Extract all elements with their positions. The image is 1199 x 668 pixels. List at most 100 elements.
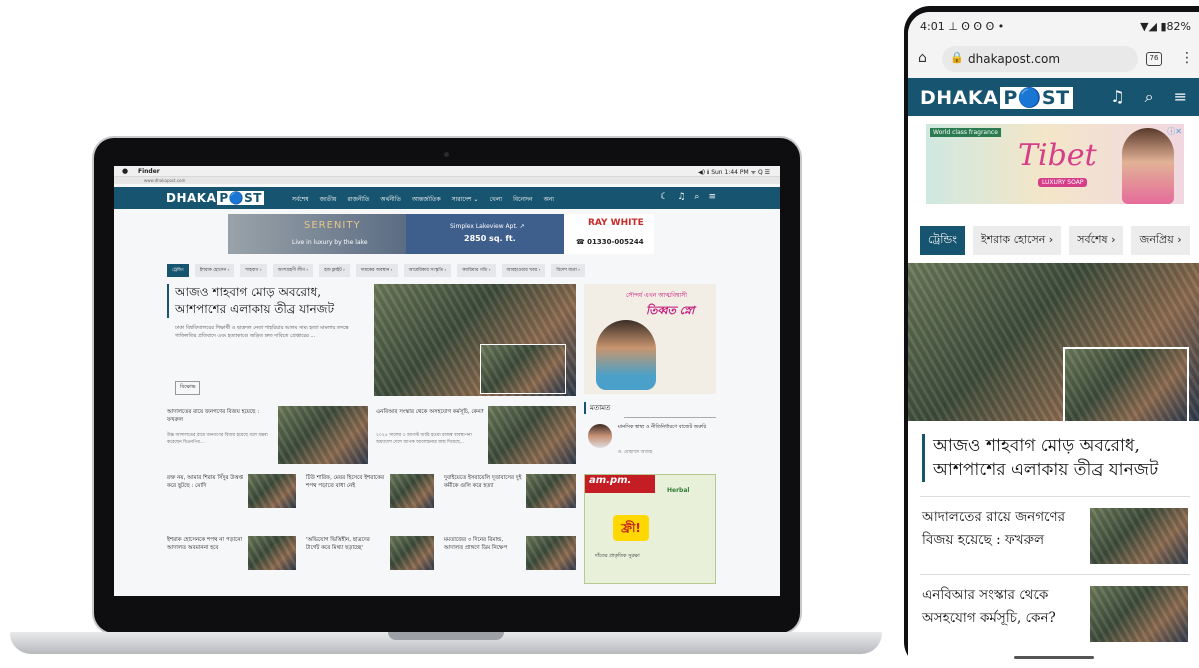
nav-icons: ☾ ♫ ⌕ ≡ [660, 192, 716, 202]
status-time: 4:01 ⊥ ʘ ʘ ʘ • [920, 20, 1005, 33]
trending-chip[interactable]: ক্যারিয়ার গতি › [457, 264, 496, 277]
tabs-count-button[interactable]: 76 [1146, 52, 1162, 66]
mobile-ad-tibet-soap[interactable]: World class fragrance Tibet LUXURY SOAP … [926, 124, 1184, 204]
nav-link-national[interactable]: জাতীয় [320, 194, 337, 205]
ad-segment-serenity: SERENITY Live in luxury by the lake [228, 214, 406, 254]
nav-link-international[interactable]: আন্তর্জাতিক [412, 194, 441, 205]
story-summary: উচ্চ আদালতের রায়ে জনগণের বিজয় হয়েছে ব… [167, 433, 268, 445]
story-title[interactable]: দুবাইয়েতে ইসরায়েলি দূতাবাসের দুই কর্মী… [444, 474, 524, 490]
trending-chip[interactable]: আবহাওয়ার খবর › [501, 264, 546, 277]
story-thumbnail[interactable] [526, 474, 576, 508]
story-thumbnail[interactable] [390, 536, 434, 570]
ad-project-name: Simplex Lakeview Apt. ↗ [450, 223, 525, 230]
opinion-heading[interactable]: মতামত [584, 402, 610, 414]
lead-photo-inset [480, 344, 566, 394]
mobile-story-title[interactable]: আদালতের রায়ে জনগণের বিজয় হয়েছে : ফখরু… [922, 506, 1088, 552]
story-thumbnail[interactable] [248, 474, 296, 508]
trending-label: ট্রেন্ডিং [167, 264, 189, 277]
story-title[interactable]: ইশরাক হোসেনকে শপথ না পড়ানো আদালত অবমানন… [167, 536, 245, 552]
story-thumbnail[interactable] [390, 474, 434, 508]
phone-status-bar: 4:01 ⊥ ʘ ʘ ʘ • ▼◢ ▮82% [908, 12, 1199, 40]
story-summary: ২০২৫ সালের ৩ আগস্ট জারি হওয়া রাজস্ব ব্য… [376, 433, 472, 445]
trending-chip[interactable]: জনপ্রিয় › [1131, 226, 1190, 255]
story-title[interactable]: রক্ত নয়, আমার শিরায় সিঁদুর উত্তপ্ত করে… [167, 474, 245, 490]
trending-chip[interactable]: ইশরাক হোসেন › [972, 226, 1062, 255]
story-thumbnail[interactable] [526, 536, 576, 570]
mobile-story-thumbnail[interactable] [1090, 586, 1188, 642]
status-battery: ▼◢ ▮82% [1140, 20, 1191, 33]
trending-chip[interactable]: বিদেশ যাত্রা › [551, 264, 586, 277]
ad-tibet-headline: সৌন্দর্য এখন আত্মবিশ্বাসী [626, 292, 687, 299]
url-field[interactable]: dhakapost.com [942, 46, 1138, 72]
ad-tag: World class fragrance [930, 128, 1001, 137]
story-title[interactable]: আদালতের রায়ে জনগণের বিজয় হয়েছে : ফখরু… [167, 408, 271, 424]
trending-chip[interactable]: হজ ফ্লাইট › [319, 264, 350, 277]
lead-tag[interactable]: বিক্ষোভ [175, 381, 201, 395]
moon-icon[interactable]: ☾ [660, 192, 668, 202]
nav-link-other[interactable]: অন্য [544, 194, 555, 205]
story-thumbnail[interactable] [248, 536, 296, 570]
story-title[interactable]: 'অভিযোগ ভিত্তিহীন, ছাত্রদের টার্গেট করে … [306, 536, 384, 552]
more-options-icon[interactable]: ⋮ [1180, 50, 1194, 66]
menubar-status: ◀) ℹ Sun 1:44 PM ᯤ Q ☰ [698, 169, 770, 176]
story-title[interactable]: টিউ শারিফ, মেয়র হিসেবে ইশরাকের শপথ পড়া… [306, 474, 384, 490]
nav-link-politics[interactable]: রাজনীতি [347, 194, 369, 205]
mockup-stage: ● Finder ◀) ℹ Sun 1:44 PM ᯤ Q ☰ www.dhak… [0, 0, 1199, 668]
top-ad-banner[interactable]: SERENITY Live in luxury by the lake Simp… [228, 214, 654, 254]
story-title[interactable]: মমতাজের ৩ দিনের রিমান্ড, আদালত প্রাঙ্গণে… [444, 536, 524, 552]
ad-ampm-herbal: Herbal [667, 487, 690, 494]
apple-icon[interactable]: ● [122, 167, 128, 175]
trending-chip[interactable]: সর্বশেষ › [1069, 226, 1124, 255]
ad-close-icon[interactable]: ⓘ✕ [1167, 126, 1182, 137]
phone-screen: 4:01 ⊥ ʘ ʘ ʘ • ▼◢ ▮82% ⌂ dhakapost.com 🔒… [908, 12, 1199, 668]
ad-tibet-brand: তিব্বত স্নো [646, 304, 695, 317]
home-icon[interactable]: ⌂ [918, 50, 927, 66]
opinion-author: ড. মোহাম্মদ আজহ [618, 450, 653, 455]
story-title[interactable]: এনবিআর সংস্কার থেকে অসহযোগ কর্মসূচি, কেন… [376, 408, 484, 416]
mobile-lead-photo-inset [1063, 347, 1189, 423]
site-logo[interactable]: DHAKA P🔵ST [920, 86, 1073, 109]
search-icon[interactable]: ⌕ [1145, 87, 1154, 107]
trending-chip[interactable]: অংশগ্রহণী লীগ › [272, 264, 314, 277]
ad-ampm-brand: am.pm. [585, 475, 655, 493]
ad-ampm-free-badge: ফ্রী! [613, 515, 649, 541]
mobile-story-title[interactable]: এনবিআর সংস্কার থেকে অসহযোগ কর্মসূচি, কেন… [922, 584, 1088, 630]
trending-chip[interactable]: আমেরিকার সংস্কৃতি › [403, 264, 452, 277]
ad-model-image [1122, 128, 1174, 204]
search-icon[interactable]: ⌕ [694, 192, 699, 202]
menu-icon[interactable]: ≡ [708, 192, 716, 202]
opinion-title[interactable]: মানসিক স্বাস্থ্য ও নীতিনির্ধারণে বাজেট জ… [618, 424, 718, 431]
side-ad-ampm[interactable]: am.pm. Herbal ফ্রী! দাঁতের প্রাকৃতিক সুর… [584, 474, 716, 584]
story-thumbnail[interactable] [278, 406, 368, 464]
laptop-notch [388, 632, 504, 640]
nav-links: সর্বশেষ জাতীয় রাজনীতি অর্থনীতি আন্তর্জা… [292, 194, 554, 205]
lock-icon[interactable]: 🔒 [950, 51, 964, 64]
story-thumbnail[interactable] [488, 406, 576, 464]
nav-link-country[interactable]: সারাদেশ ⌄ [452, 194, 479, 205]
mobile-nav-icons: ♫ ⌕ ≡ [1110, 87, 1187, 107]
ad-brand: Tibet [1018, 138, 1097, 173]
trending-chip[interactable]: দামকের অবস্থান › [355, 264, 398, 277]
side-ad-tibet-snow[interactable]: সৌন্দর্য এখন আত্মবিশ্বাসী তিব্বত স্নো [584, 284, 716, 394]
bell-icon[interactable]: ♫ [1110, 87, 1124, 107]
mobile-lead-headline[interactable]: আজও শাহবাগ মোড় অবরোধ, আশপাশের এলাকায় ত… [922, 434, 1192, 482]
ad-ampm-tagline: দাঁতের প্রাকৃতিক সুরক্ষা [595, 553, 640, 559]
mobile-trending-row: ট্রেন্ডিং ইশরাক হোসেন › সর্বশেষ › জনপ্রি… [920, 226, 1190, 255]
site-navbar: DHAKA P🔵ST সর্বশেষ জাতীয় রাজনীতি অর্থনীত… [114, 187, 780, 209]
home-indicator[interactable] [1014, 656, 1094, 659]
mobile-story-thumbnail[interactable] [1090, 508, 1188, 564]
lead-headline[interactable]: আজও শাহবাগ মোড় অবরোধ, আশপাশের এলাকায় ত… [167, 284, 367, 318]
nav-link-sports[interactable]: খেলা [489, 194, 502, 205]
bell-icon[interactable]: ♫ [677, 192, 685, 202]
laptop-camera [444, 152, 449, 157]
finder-menu[interactable]: Finder [138, 168, 160, 175]
menu-icon[interactable]: ≡ [1174, 87, 1187, 107]
browser-address-bar[interactable]: www.dhakapost.com [114, 177, 780, 184]
site-logo[interactable]: DHAKA P🔵ST [166, 191, 264, 205]
trending-chip[interactable]: ইশরাক হোসেন › [194, 264, 235, 277]
trending-chip[interactable]: শাহবাগ › [240, 264, 267, 277]
nav-link-latest[interactable]: সর্বশেষ [292, 194, 309, 205]
nav-link-economy[interactable]: অর্থনীতি [380, 194, 401, 205]
ad-segment-lakeview: Simplex Lakeview Apt. ↗ 2850 sq. ft. [406, 214, 564, 254]
nav-link-entertainment[interactable]: বিনোদন [513, 194, 533, 205]
